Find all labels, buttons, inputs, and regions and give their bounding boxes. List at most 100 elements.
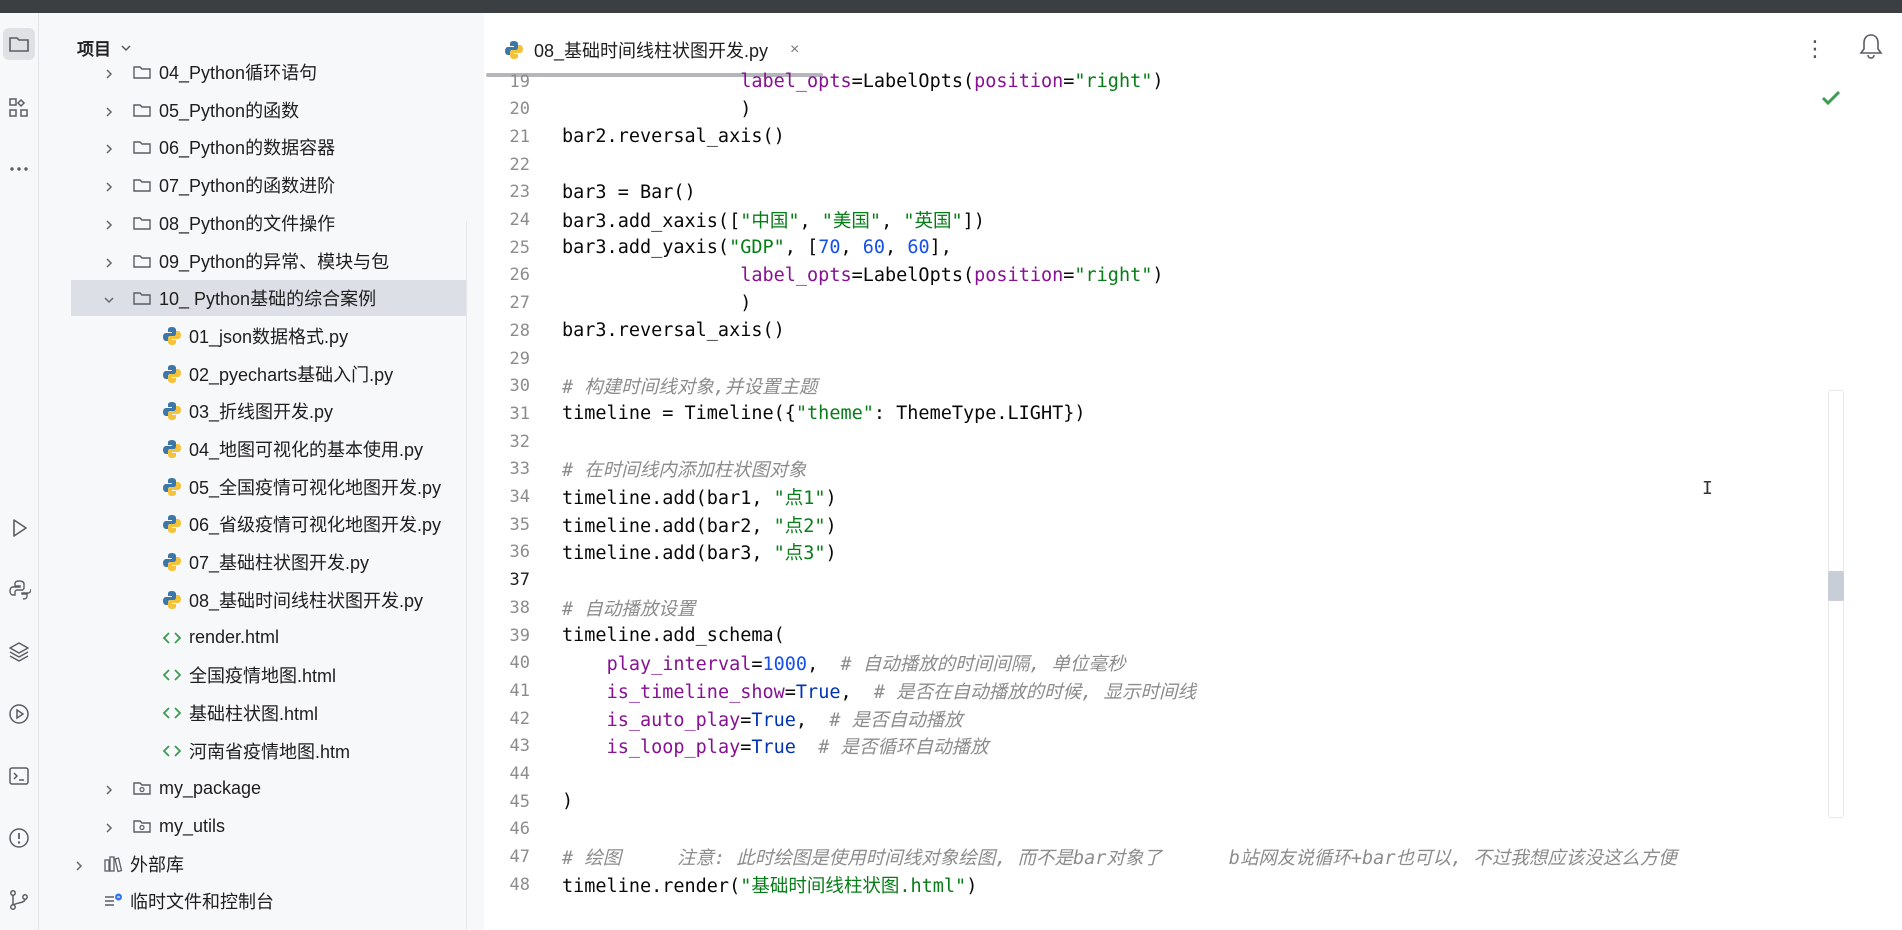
text-cursor-icon: I xyxy=(1702,478,1713,499)
python-console-icon[interactable] xyxy=(3,574,35,606)
project-icon[interactable] xyxy=(3,28,35,60)
code-line[interactable]: 45) xyxy=(484,788,1874,815)
tree-root-item[interactable]: 外部库 xyxy=(39,846,467,882)
run-icon[interactable] xyxy=(3,512,35,544)
tree-item-label: 03_折线图开发.py xyxy=(189,402,334,423)
code-token: is_timeline_show xyxy=(606,681,785,703)
tree-item-label: 全国疫情地图.html xyxy=(189,666,337,687)
tree-file-item[interactable]: 基础柱状图.html xyxy=(39,695,467,731)
tree-folder-item[interactable]: 05_Python的函数 xyxy=(39,92,467,128)
code-line[interactable]: 40 play_interval=1000, # 自动播放的时间间隔, 单位毫秒 xyxy=(484,650,1874,677)
tree-file-item[interactable]: 全国疫情地图.html xyxy=(39,657,467,693)
more-vertical-icon[interactable]: ⋮ xyxy=(1804,38,1826,60)
tree-file-item[interactable]: 06_省级疫情可视化地图开发.py xyxy=(39,506,467,542)
tree-folder-item[interactable]: my_utils xyxy=(39,808,467,844)
code-line[interactable]: 48 timeline.render("基础时间线柱状图.html") xyxy=(484,871,1874,898)
close-icon[interactable]: × xyxy=(790,41,799,59)
editor-scrollbar-thumb[interactable] xyxy=(1828,571,1844,601)
tree-file-item[interactable]: 08_基础时间线柱状图开发.py xyxy=(39,582,467,618)
tree-file-item[interactable]: 02_pyecharts基础入门.py xyxy=(39,356,467,392)
more-icon[interactable] xyxy=(3,153,35,185)
code-token: position xyxy=(974,71,1064,92)
code-line[interactable]: 32 xyxy=(484,428,1874,455)
code-line[interactable]: 28 bar3.reversal_axis() xyxy=(484,317,1874,344)
tree-item-label: 09_Python的异常、模块与包 xyxy=(159,251,390,272)
services-icon[interactable] xyxy=(3,698,35,730)
problems-icon[interactable] xyxy=(3,822,35,854)
chevron-right-icon[interactable] xyxy=(102,65,116,79)
code-line[interactable]: 24 bar3.add_xaxis(["中国", "美国", "英国"]) xyxy=(484,207,1874,234)
chevron-right-icon[interactable] xyxy=(102,178,116,192)
structure-icon[interactable] xyxy=(3,92,35,124)
code-line[interactable]: 34 timeline.add(bar1, "点1") xyxy=(484,484,1874,511)
code-token: ) xyxy=(825,515,837,537)
chevron-right-icon[interactable] xyxy=(102,103,116,117)
layers-icon[interactable] xyxy=(3,635,35,667)
code-line[interactable]: 39 timeline.add_schema( xyxy=(484,622,1874,649)
code-line[interactable]: 42 is_auto_play=True, # 是否自动播放 xyxy=(484,705,1874,732)
tree-folder-item[interactable]: 04_Python循环语句 xyxy=(39,54,467,90)
code-line[interactable]: 33 # 在时间线内添加柱状图对象 xyxy=(484,456,1874,483)
code-line[interactable]: 35 timeline.add(bar2, "点2") xyxy=(484,511,1874,538)
notifications-bell-icon[interactable] xyxy=(1856,31,1886,61)
tree-item-label: my_package xyxy=(159,777,262,798)
code-line[interactable]: 27 ) xyxy=(484,290,1874,317)
code-line[interactable]: 37 xyxy=(484,567,1874,594)
code-text: bar3.reversal_axis() xyxy=(562,320,785,341)
code-line[interactable]: 43 is_loop_play=True # 是否循环自动播放 xyxy=(484,733,1874,760)
tree-file-item[interactable]: 04_地图可视化的基本使用.py xyxy=(39,431,467,467)
code-line[interactable]: 38 # 自动播放设置 xyxy=(484,594,1874,621)
code-token: , xyxy=(840,237,863,259)
code-line[interactable]: 22 xyxy=(484,151,1874,178)
code-line[interactable]: 36 timeline.add(bar3, "点3") xyxy=(484,539,1874,566)
code-line[interactable]: 25 bar3.add_yaxis("GDP", [70, 60, 60], xyxy=(484,234,1874,261)
terminal-icon[interactable] xyxy=(3,760,35,792)
code-line[interactable]: 47 # 绘图 注意: 此时绘图是使用时间线对象绘图, 而不是bar对象了 b站网… xyxy=(484,844,1874,871)
tree-file-item[interactable]: 07_基础柱状图开发.py xyxy=(39,544,467,580)
code-token: 1000 xyxy=(762,654,808,676)
tree-folder-item[interactable]: 07_Python的函数进阶 xyxy=(39,167,467,203)
chevron-right-icon[interactable] xyxy=(102,254,116,268)
chevron-down-icon[interactable] xyxy=(102,291,116,305)
code-line[interactable]: 46 xyxy=(484,816,1874,843)
chevron-right-icon[interactable] xyxy=(102,140,116,154)
code-token: is_auto_play xyxy=(606,709,741,731)
tree-file-item[interactable]: 05_全国疫情可视化地图开发.py xyxy=(39,469,467,505)
code-line[interactable]: 19 label_opts=LabelOpts(position="right"… xyxy=(484,68,1874,95)
chevron-right-icon[interactable] xyxy=(102,819,116,833)
line-number: 37 xyxy=(509,570,530,591)
tree-file-item[interactable]: render.html xyxy=(39,620,467,656)
code-token: , xyxy=(799,211,822,232)
chevron-right-icon[interactable] xyxy=(102,781,116,795)
tree-folder-item[interactable]: 09_Python的异常、模块与包 xyxy=(39,243,467,279)
code-text: timeline.add(bar1, "点1") xyxy=(562,484,837,510)
code-line[interactable]: 44 xyxy=(484,761,1874,788)
tree-file-item[interactable]: 河南省疫情地图.htm xyxy=(39,733,467,769)
tree-file-item[interactable]: 01_json数据格式.py xyxy=(39,318,467,354)
code-line[interactable]: 20 ) xyxy=(484,96,1874,123)
code-line[interactable]: 29 xyxy=(484,345,1874,372)
code-line[interactable]: 26 label_opts=LabelOpts(position="right"… xyxy=(484,262,1874,289)
tree-root-item[interactable]: 临时文件和控制台 xyxy=(39,883,467,919)
folder-icon xyxy=(132,137,152,157)
code-token: True xyxy=(751,709,796,731)
tree-folder-item[interactable]: 10_ Python基础的综合案例 xyxy=(71,280,467,317)
tree-folder-item[interactable]: 06_Python的数据容器 xyxy=(39,129,467,165)
chevron-right-icon[interactable] xyxy=(102,216,116,230)
code-line[interactable]: 31 timeline = Timeline({"theme": ThemeTyp… xyxy=(484,400,1874,427)
code-token: "right" xyxy=(1074,71,1153,92)
code-token: ) xyxy=(562,791,574,813)
code-line[interactable]: 30 # 构建时间线对象,并设置主题 xyxy=(484,373,1874,400)
chevron-right-icon[interactable] xyxy=(72,857,86,871)
tree-folder-item[interactable]: 08_Python的文件操作 xyxy=(39,205,467,241)
code-text: label_opts=LabelOpts(position="right") xyxy=(562,265,1163,286)
code-line[interactable]: 21 bar2.reversal_axis() xyxy=(484,123,1874,150)
git-icon[interactable] xyxy=(3,884,35,916)
project-scrollbar[interactable] xyxy=(466,221,467,930)
editor-scrollbar-track[interactable] xyxy=(1828,390,1844,818)
tab-current-file[interactable]: 08_基础时间线柱状图开发.py × xyxy=(504,35,799,65)
tree-folder-item[interactable]: my_package xyxy=(39,770,467,806)
code-line[interactable]: 41 is_timeline_show=True, # 是否在自动播放的时候, … xyxy=(484,677,1874,704)
code-line[interactable]: 23 bar3 = Bar() xyxy=(484,179,1874,206)
tree-file-item[interactable]: 03_折线图开发.py xyxy=(39,393,467,429)
